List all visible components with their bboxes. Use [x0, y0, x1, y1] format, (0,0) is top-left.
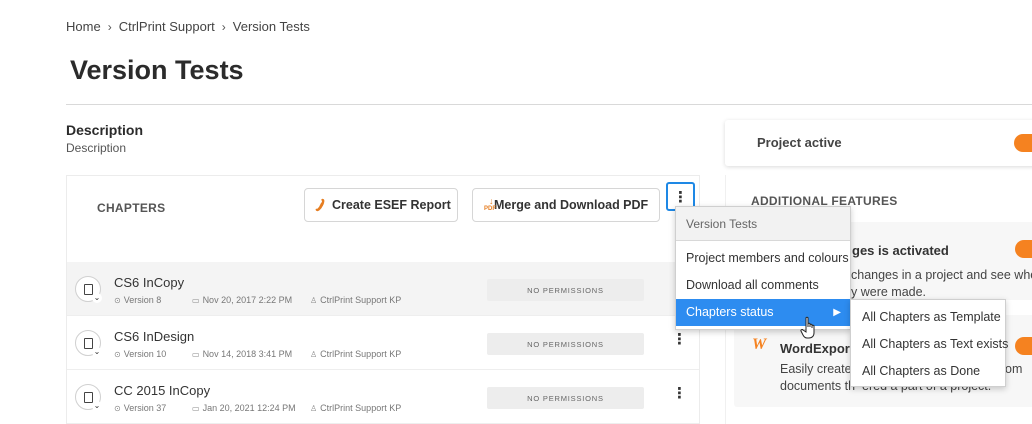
permission-badge: NO PERMISSIONS	[487, 387, 644, 409]
chapter-date: ▭ Nov 14, 2018 3:41 PM	[192, 349, 293, 359]
description-text: Description	[66, 141, 127, 155]
project-active-label: Project active	[757, 135, 842, 150]
user-icon: ♙	[310, 295, 318, 305]
breadcrumb-ctrlprint-support[interactable]: CtrlPrint Support	[119, 19, 215, 34]
submenu-item-done[interactable]: All Chapters as Done	[851, 358, 1005, 385]
merge-download-pdf-button[interactable]: ↓ PDF Merge and Download PDF	[472, 188, 660, 222]
feature-title: WordExpor	[780, 341, 850, 356]
permission-badge: NO PERMISSIONS	[487, 279, 644, 301]
permission-badge: NO PERMISSIONS	[487, 333, 644, 355]
esef-icon	[313, 197, 327, 213]
feature-toggle[interactable]	[1015, 240, 1032, 258]
chapter-owner: ♙ CtrlPrint Support KP	[310, 295, 402, 305]
chapter-row[interactable]: ⌄ CS6 InCopy ⊙ Version 8 ▭ Nov 20, 2017 2:…	[67, 262, 699, 316]
chapter-version: ⊙ Version 10	[114, 349, 167, 359]
feature-description: om	[1005, 362, 1023, 376]
submenu-item-text-exists[interactable]: All Chapters as Text exists	[851, 331, 1008, 358]
word-export-icon: W	[752, 336, 767, 353]
chapters-options-menu: Version Tests Project members and colour…	[675, 206, 851, 330]
calendar-icon: ▭	[192, 403, 200, 413]
feature-description: changes in a project and see when	[851, 268, 1032, 282]
menu-item-download-comments[interactable]: Download all comments	[676, 272, 850, 299]
chapters-status-submenu: All Chapters as Template All Chapters as…	[850, 299, 1008, 387]
document-icon[interactable]: ⌄	[75, 384, 102, 411]
feature-toggle[interactable]	[1015, 337, 1032, 355]
breadcrumb-separator: ›	[221, 19, 226, 34]
chapter-owner: ♙ CtrlPrint Support KP	[310, 349, 402, 359]
calendar-icon: ▭	[192, 295, 200, 305]
document-icon[interactable]: ⌄	[75, 330, 102, 357]
page-title: Version Tests	[70, 55, 244, 85]
menu-item-chapters-status[interactable]: Chapters status ▶	[676, 299, 850, 326]
calendar-icon: ▭	[192, 349, 200, 359]
row-more-options-button[interactable]: ⋮	[672, 384, 687, 402]
submenu-arrow-icon: ▶	[833, 307, 841, 318]
title-divider	[66, 104, 1032, 105]
chapters-card: CHAPTERS Create ESEF Report ↓ PDF Merge a…	[66, 175, 700, 424]
feature-description: documents th	[780, 379, 856, 393]
breadcrumb-home[interactable]: Home	[66, 19, 101, 34]
menu-item-project-members[interactable]: Project members and colours	[676, 245, 850, 272]
menu-item-label: Chapters status	[686, 305, 774, 319]
more-vertical-icon: ⋮	[673, 188, 688, 206]
version-icon: ⊙	[114, 403, 121, 413]
row-more-options-button[interactable]: ⋮	[672, 330, 687, 348]
chapter-title[interactable]: CC 2015 InCopy	[114, 383, 210, 398]
project-active-card: Project active	[725, 120, 1032, 166]
chapter-title[interactable]: CS6 InCopy	[114, 275, 184, 290]
feature-title: ges is activated	[852, 243, 949, 258]
submenu-item-template[interactable]: All Chapters as Template	[851, 304, 1005, 331]
create-esef-report-label: Create ESEF Report	[332, 198, 451, 212]
breadcrumb-separator: ›	[107, 19, 112, 34]
version-icon: ⊙	[114, 295, 121, 305]
chapter-date: ▭ Nov 20, 2017 2:22 PM	[192, 295, 293, 305]
project-active-toggle[interactable]	[1014, 134, 1032, 152]
description-heading: Description	[66, 122, 144, 138]
document-icon[interactable]: ⌄	[75, 276, 102, 303]
chevron-down-icon: ⌄	[92, 293, 102, 303]
merge-download-pdf-label: Merge and Download PDF	[494, 198, 649, 212]
hand-cursor-icon	[800, 316, 815, 339]
chapter-row[interactable]: ⌄ CC 2015 InCopy ⊙ Version 37 ▭ Jan 20, 20…	[67, 370, 699, 424]
chevron-down-icon: ⌄	[92, 347, 102, 357]
chapter-owner: ♙ CtrlPrint Support KP	[310, 403, 402, 413]
chapter-version: ⊙ Version 8	[114, 295, 162, 305]
chapters-list: ⌄ CS6 InCopy ⊙ Version 8 ▭ Nov 20, 2017 2:…	[67, 262, 699, 424]
breadcrumb-current: Version Tests	[232, 19, 310, 34]
chapter-version: ⊙ Version 37	[114, 403, 167, 413]
chapter-row[interactable]: ⌄ CS6 InDesign ⊙ Version 10 ▭ Nov 14, 2018…	[67, 316, 699, 370]
user-icon: ♙	[310, 403, 318, 413]
chevron-down-icon: ⌄	[92, 401, 102, 411]
chapters-label: CHAPTERS	[97, 201, 166, 215]
version-icon: ⊙	[114, 349, 121, 359]
chapter-date: ▭ Jan 20, 2021 12:24 PM	[192, 403, 296, 413]
menu-header: Version Tests	[676, 207, 850, 241]
chapter-title[interactable]: CS6 InDesign	[114, 329, 194, 344]
user-icon: ♙	[310, 349, 318, 359]
create-esef-report-button[interactable]: Create ESEF Report	[304, 188, 458, 222]
breadcrumb: Home › CtrlPrint Support › Version Tests	[66, 19, 310, 34]
